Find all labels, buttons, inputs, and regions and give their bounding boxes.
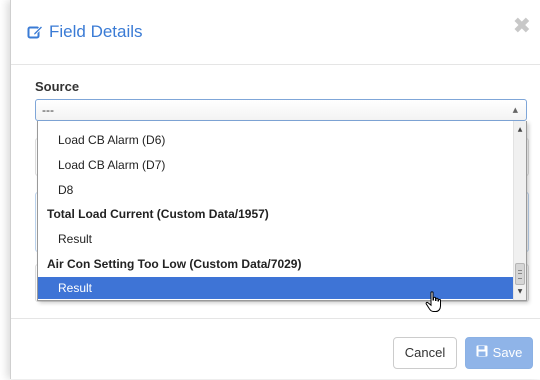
save-label: Save bbox=[492, 345, 523, 360]
dropdown-group-header: Air Con Setting Too Low (Custom Data/702… bbox=[47, 257, 302, 271]
field-details-modal: Field Details ✖ Source --- ▲ Load CB Ala… bbox=[10, 0, 540, 379]
scroll-up-icon[interactable]: ▲ bbox=[514, 123, 526, 137]
chevron-up-icon: ▲ bbox=[512, 106, 518, 114]
close-icon[interactable]: ✖ bbox=[513, 16, 531, 38]
hand-cursor-icon bbox=[425, 291, 443, 318]
modal-title-text: Field Details bbox=[49, 22, 143, 41]
source-dropdown-list[interactable]: Load CB Alarm (D6) Load CB Alarm (D7) D8… bbox=[37, 121, 527, 301]
dropdown-option[interactable]: Result bbox=[38, 228, 514, 250]
option-label: D8 bbox=[58, 183, 74, 197]
scrollbar-thumb[interactable] bbox=[515, 263, 525, 285]
option-label: Result bbox=[58, 281, 93, 295]
source-label: Source bbox=[35, 79, 80, 94]
save-icon bbox=[476, 338, 488, 368]
dropdown-group-header: Total Load Current (Custom Data/1957) bbox=[47, 207, 269, 221]
dropdown-scrollbar[interactable]: ▲ ▼ bbox=[513, 121, 526, 300]
cancel-button[interactable]: Cancel bbox=[393, 337, 457, 369]
dropdown-option[interactable]: Load CB Alarm (D6) bbox=[38, 129, 514, 151]
option-label: Load CB Alarm (D6) bbox=[58, 133, 166, 147]
modal-header: Field Details ✖ bbox=[11, 0, 540, 65]
option-label: Load CB Alarm (D7) bbox=[58, 158, 166, 172]
source-select[interactable]: --- ▲ bbox=[35, 99, 527, 121]
modal-title: Field Details bbox=[27, 22, 143, 42]
dropdown-option[interactable]: D8 bbox=[38, 179, 514, 201]
edit-icon bbox=[27, 24, 43, 40]
scroll-down-icon[interactable]: ▼ bbox=[514, 285, 526, 299]
save-button[interactable]: Save bbox=[465, 337, 533, 369]
dropdown-option[interactable]: Load CB Alarm (D7) bbox=[38, 154, 514, 176]
source-select-value: --- bbox=[42, 103, 54, 117]
modal-footer: Cancel Save bbox=[11, 318, 540, 380]
option-label: Result bbox=[58, 232, 93, 246]
